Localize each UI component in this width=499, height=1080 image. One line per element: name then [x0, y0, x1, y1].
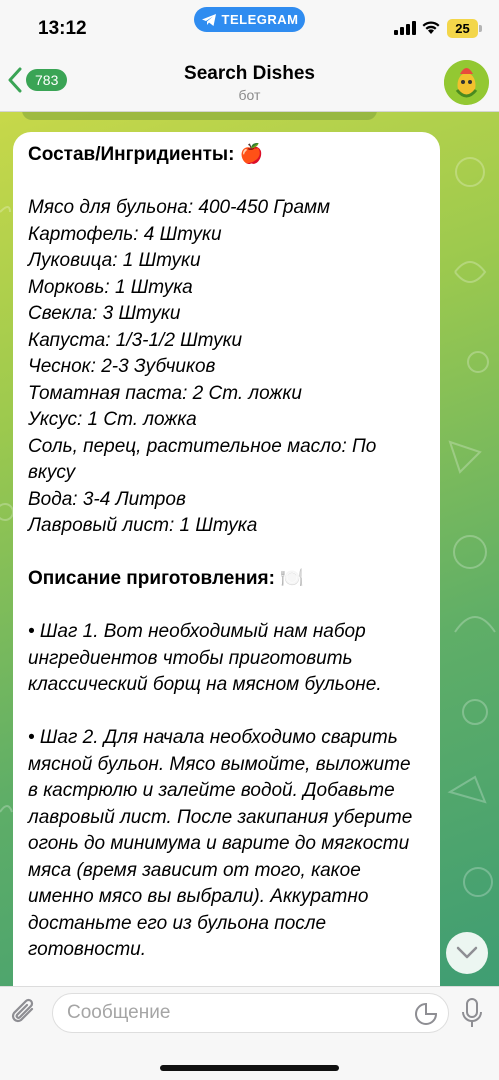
ingredient-line: Свекла: 3 Штуки — [28, 303, 181, 324]
status-time: 13:12 — [38, 18, 87, 39]
step-line: мяса (время зависит от того, какое — [28, 859, 361, 881]
message-input[interactable] — [67, 1002, 397, 1024]
ingredient-line: Лавровый лист: 1 Штука — [28, 515, 258, 536]
sticker-icon[interactable] — [414, 1002, 438, 1026]
step-line: огонь до минимума и варите до мягкости — [28, 833, 410, 854]
chat-header: 783 Search Dishes бот — [0, 54, 499, 112]
chat-area[interactable]: Состав/Ингридиенты: 🍎 Мясо для бульона: … — [0, 112, 499, 986]
previous-message-edge — [22, 112, 377, 120]
ingredients-heading: Состав/Ингридиенты: 🍎 — [28, 144, 264, 165]
chat-title[interactable]: Search Dishes — [0, 63, 499, 85]
ingredient-line: Картофель: 4 Штуки — [28, 223, 222, 245]
telegram-icon — [201, 13, 216, 26]
message-field[interactable] — [52, 993, 449, 1033]
step-line: • Шаг 1. Вот необходимый нам набор — [28, 621, 366, 642]
step-line: мясной бульон. Мясо вымойте, выложите — [28, 753, 411, 775]
telegram-pill-label: TELEGRAM — [221, 12, 299, 27]
ingredient-line: Мясо для бульона: 400-450 Грамм — [28, 197, 331, 218]
status-bar: 13:12 TELEGRAM 25 — [0, 0, 499, 54]
ingredient-line: Томатная паста: 2 Ст. ложки — [28, 382, 302, 404]
message-input-bar — [0, 986, 499, 1080]
paperclip-icon[interactable] — [10, 997, 40, 1029]
battery-indicator: 25 — [447, 19, 478, 38]
ingredient-line: Морковь: 1 Штука — [28, 276, 193, 298]
ingredient-line: Луковица: 1 Штуки — [28, 250, 201, 271]
preparation-heading: Описание приготовления: 🍽️ — [28, 568, 304, 589]
ingredient-line: вкусу — [28, 462, 76, 483]
scroll-down-button[interactable] — [446, 932, 488, 974]
ingredient-line: Уксус: 1 Ст. ложка — [28, 409, 197, 430]
home-indicator — [160, 1065, 339, 1071]
step-line: в кастрюлю и залейте водой. Добавьте — [28, 780, 395, 801]
wifi-icon — [422, 21, 440, 34]
step-line: готовности. — [28, 939, 147, 960]
scroll-down-icon — [456, 946, 478, 959]
step-line: ингредиентов чтобы приготовить — [28, 647, 353, 669]
ingredient-line: Чеснок: 2-3 Зубчиков — [28, 356, 216, 377]
step-line: • Шаг 2. Для начала необходимо сварить — [28, 727, 398, 748]
bot-avatar[interactable] — [444, 60, 489, 105]
step-line: достаньте его из бульона после — [28, 912, 327, 934]
ingredient-line: Капуста: 1/3-1/2 Штуки — [28, 329, 243, 351]
battery-tip — [479, 25, 482, 32]
step-line: лавровый лист. После закипания уберите — [28, 806, 413, 828]
ingredient-line: Соль, перец, растительное масло: По — [28, 435, 377, 457]
bot-avatar-icon — [444, 60, 489, 105]
ingredient-line: Вода: 3-4 Литров — [28, 488, 186, 510]
step-line: классический борщ на мясном бульоне. — [28, 674, 382, 695]
chat-subtitle: бот — [238, 87, 261, 103]
telegram-pill[interactable]: TELEGRAM — [194, 7, 305, 32]
microphone-icon[interactable] — [460, 997, 484, 1029]
signal-icon — [394, 21, 416, 35]
message-bubble[interactable]: Состав/Ингридиенты: 🍎 Мясо для бульона: … — [13, 132, 440, 986]
step-line: именно мясо вы выбрали). Аккуратно — [28, 886, 369, 907]
